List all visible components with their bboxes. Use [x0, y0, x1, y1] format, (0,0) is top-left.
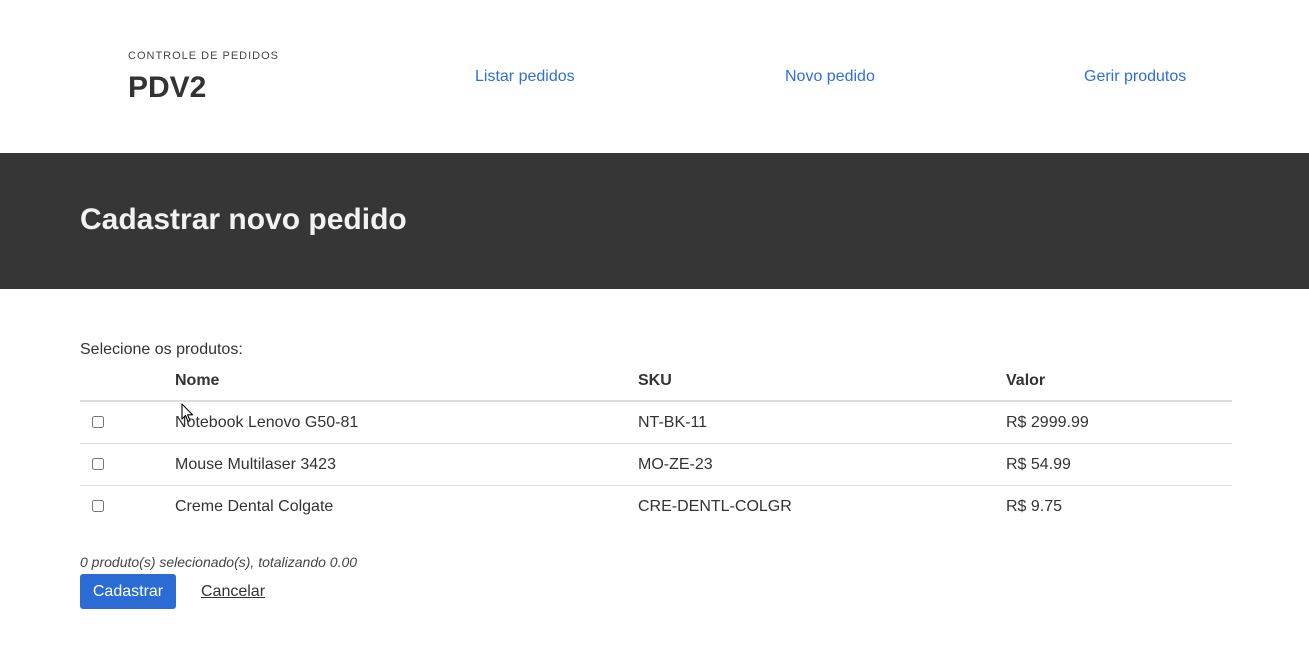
mouse-cursor-icon: [181, 403, 194, 429]
page-title: Cadastrar novo pedido: [80, 203, 407, 236]
table-row: Notebook Lenovo G50-81 NT-BK-11 R$ 2999.…: [80, 401, 1232, 444]
column-header-nome: Nome: [175, 363, 638, 402]
cancel-link[interactable]: Cancelar: [201, 583, 265, 601]
product-sku: MO-ZE-23: [638, 443, 1006, 486]
product-sku: NT-BK-11: [638, 401, 1006, 444]
table-header-row: Nome SKU Valor: [80, 363, 1232, 402]
product-name: Mouse Multilaser 3423: [175, 443, 638, 486]
selection-summary: 0 produto(s) selecionado(s), totalizando…: [80, 554, 358, 570]
product-sku: CRE-DENTL-COLGR: [638, 497, 792, 515]
brand: CONTROLE DE PEDIDOS PDV2: [128, 50, 279, 105]
product-select-prompt: Selecione os produtos:: [80, 341, 243, 358]
product-name: Notebook Lenovo G50-81: [175, 401, 638, 444]
product-value: R$ 2999.99: [1006, 401, 1232, 444]
submit-button[interactable]: Cadastrar: [80, 574, 176, 609]
product-value: R$ 54.99: [1006, 443, 1232, 486]
column-header-sku: SKU: [638, 363, 1006, 402]
nav-link-listar-pedidos[interactable]: Listar pedidos: [475, 68, 575, 86]
brand-subtitle: CONTROLE DE PEDIDOS: [128, 50, 280, 62]
nav-link-novo-pedido[interactable]: Novo pedido: [785, 68, 875, 86]
column-header-valor: Valor: [1006, 363, 1232, 402]
column-header-select: [80, 363, 175, 402]
page-banner: Cadastrar novo pedido: [0, 153, 1309, 289]
product-name: Creme Dental Colgate: [175, 497, 334, 515]
table-row: Mouse Multilaser 3423 MO-ZE-23 R$ 54.99: [80, 443, 1232, 486]
product-checkbox[interactable]: [92, 458, 104, 471]
product-checkbox[interactable]: [92, 416, 104, 429]
products-table: Nome SKU Valor Notebook Lenovo G50-81 NT…: [80, 363, 1232, 527]
product-value: R$ 9.75: [1006, 497, 1063, 515]
product-checkbox[interactable]: [92, 500, 104, 513]
nav-link-gerir-produtos[interactable]: Gerir produtos: [1084, 68, 1186, 86]
table-row: Creme Dental Colgate CRE-DENTL-COLGR R$ …: [80, 486, 1232, 528]
brand-title: PDV2: [128, 71, 207, 104]
site-header: CONTROLE DE PEDIDOS PDV2 Listar pedidos …: [0, 0, 1309, 153]
